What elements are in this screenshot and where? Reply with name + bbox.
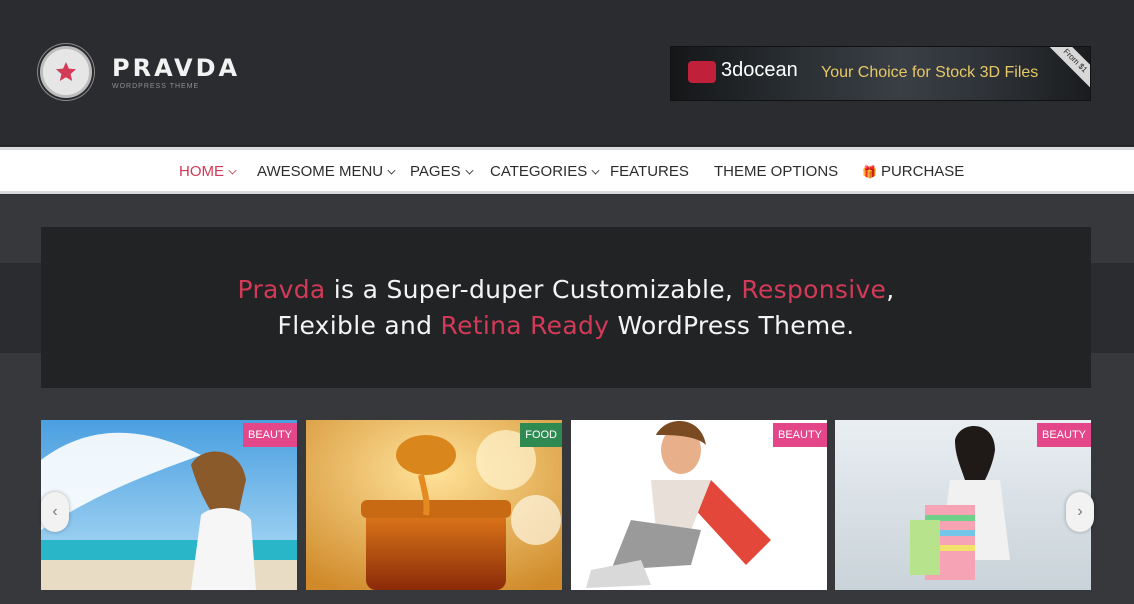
nav-label: THEME OPTIONS xyxy=(714,163,839,180)
ad-banner[interactable]: 3docean Your Choice for Stock 3D Files F… xyxy=(670,46,1091,101)
category-badge[interactable]: BEAUTY xyxy=(772,423,827,447)
category-badge[interactable]: FOOD xyxy=(520,423,562,447)
chevron-down-icon xyxy=(228,166,237,174)
ad-brand: 3docean xyxy=(721,59,798,81)
3docean-logo-icon xyxy=(688,61,716,83)
nav-label: HOME xyxy=(179,163,224,180)
ad-tagline: Your Choice for Stock 3D Files xyxy=(821,64,1039,81)
hero-text: is a Super-duper Customizable, xyxy=(325,274,742,304)
hero-line-1: Pravda is a Super-duper Customizable, Re… xyxy=(238,272,895,308)
nav-item-categories[interactable]: CATEGORIES xyxy=(490,163,600,180)
hero-banner: Pravda is a Super-duper Customizable, Re… xyxy=(41,227,1091,388)
hero-text: , xyxy=(886,274,895,304)
site-title: PRAVDA xyxy=(112,53,241,82)
hero-text: Flexible and xyxy=(277,310,441,340)
nav-label: PAGES xyxy=(410,163,461,180)
nav-label: PURCHASE xyxy=(880,163,965,180)
post-card[interactable]: BEAUTY xyxy=(835,420,1091,590)
hero-line-2: Flexible and Retina Ready WordPress Them… xyxy=(278,308,855,344)
nav-item-features[interactable]: FEATURES xyxy=(610,163,689,180)
main-navigation: HOME AWESOME MENU PAGES CATEGORIES FEATURES T… xyxy=(0,147,1134,194)
post-card[interactable]: BEAUTY xyxy=(41,420,297,590)
nav-item-home[interactable]: HOME xyxy=(179,163,237,180)
hero-highlight: Pravda xyxy=(237,274,326,304)
chevron-down-icon xyxy=(465,166,474,174)
category-badge[interactable]: BEAUTY xyxy=(242,423,297,447)
chevron-down-icon xyxy=(387,166,396,174)
post-card[interactable]: BEAUTY xyxy=(571,420,827,590)
hero-highlight: Retina Ready xyxy=(440,310,610,340)
nav-label: FEATURES xyxy=(610,163,689,180)
hero-highlight: Responsive xyxy=(741,274,887,304)
ad-ribbon: From $1 xyxy=(1044,47,1090,92)
nav-label: CATEGORIES xyxy=(490,163,588,180)
hero-text: WordPress Theme. xyxy=(609,310,855,340)
gift-icon: 🎁 xyxy=(862,164,877,179)
site-header: PRAVDA WORDPRESS THEME 3docean Your Choi… xyxy=(0,0,1134,146)
post-card[interactable]: FOOD xyxy=(306,420,562,590)
star-icon xyxy=(40,46,92,98)
site-subtitle: WORDPRESS THEME xyxy=(112,82,200,90)
nav-item-theme-options[interactable]: THEME OPTIONS xyxy=(714,163,838,180)
nav-item-purchase[interactable]: 🎁 PURCHASE xyxy=(862,163,964,180)
chevron-down-icon xyxy=(591,166,600,174)
nav-label: AWESOME MENU xyxy=(257,163,384,180)
site-logo[interactable]: PRAVDA WORDPRESS THEME xyxy=(40,46,240,98)
category-badge[interactable]: BEAUTY xyxy=(1036,423,1091,447)
chevron-left-icon[interactable]: ‹ xyxy=(41,492,69,532)
chevron-right-icon[interactable]: › xyxy=(1066,492,1094,532)
nav-item-awesome-menu[interactable]: AWESOME MENU xyxy=(257,163,396,180)
nav-item-pages[interactable]: PAGES xyxy=(410,163,474,180)
